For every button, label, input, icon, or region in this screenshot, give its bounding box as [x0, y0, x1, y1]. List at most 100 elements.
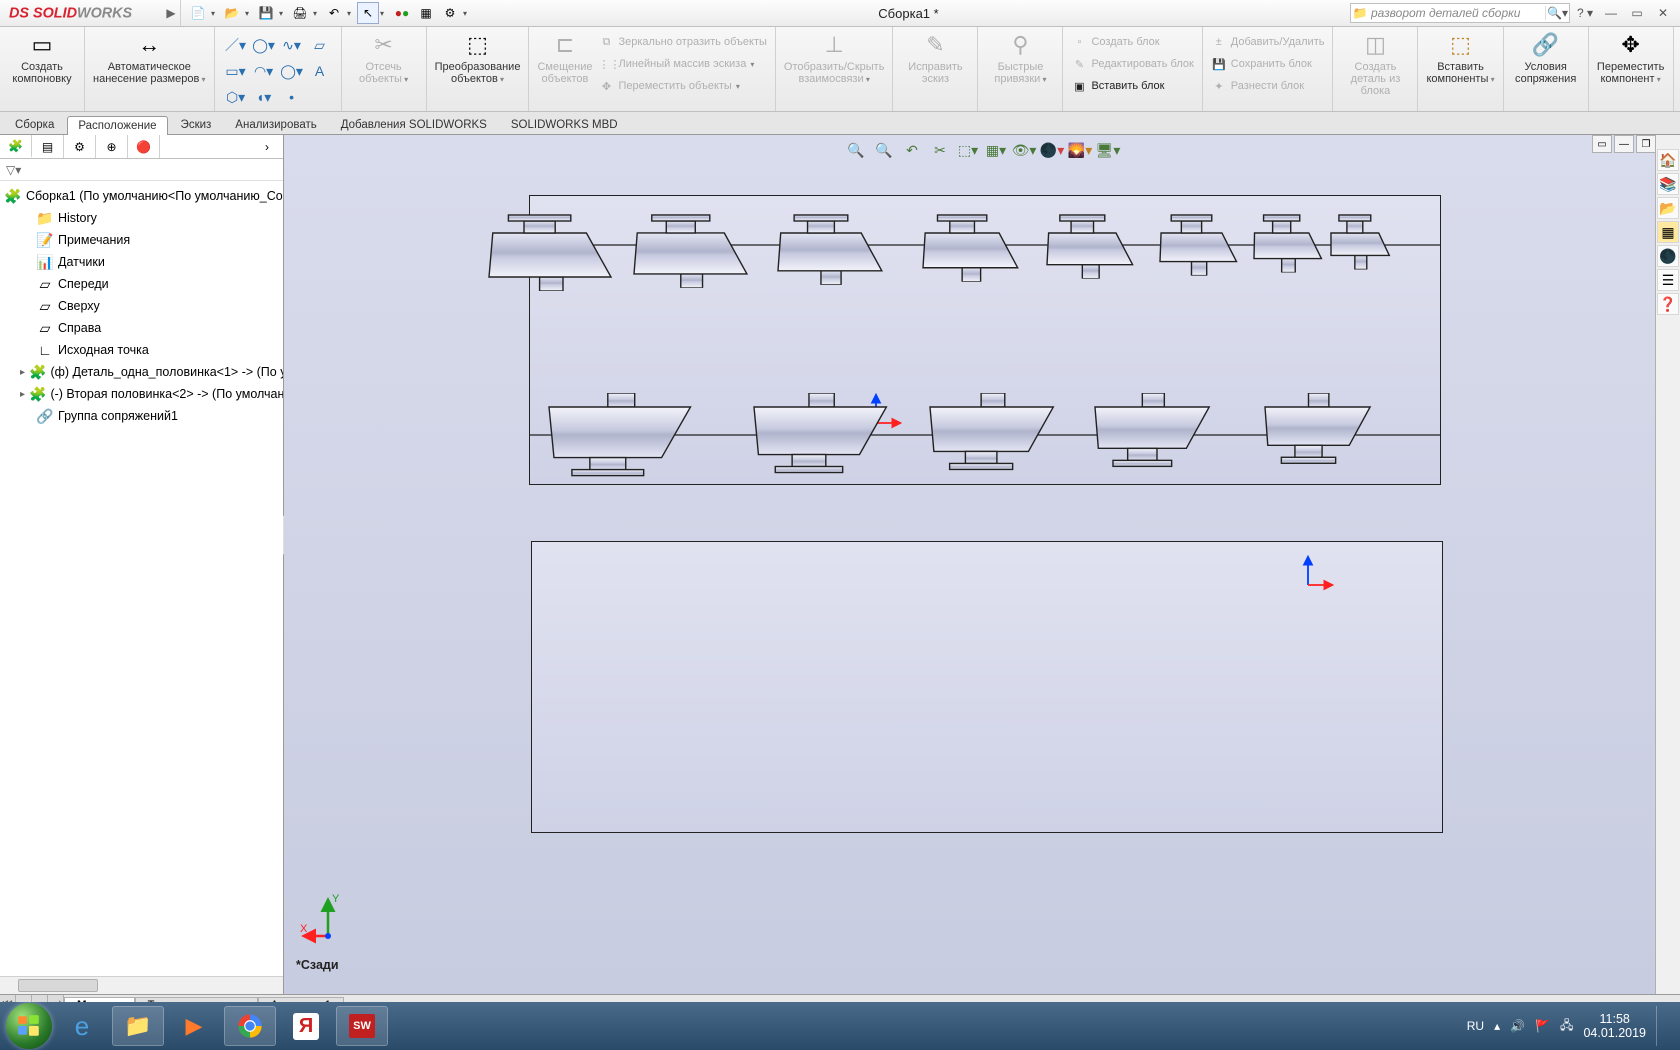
- repair-sketch-button[interactable]: ✎Исправитьэскиз: [893, 27, 978, 111]
- property-tab[interactable]: ▤: [32, 135, 64, 158]
- design-lib-icon[interactable]: 📚: [1657, 173, 1679, 195]
- select-button[interactable]: ↖: [357, 2, 379, 24]
- plane-tool[interactable]: ▱: [307, 33, 333, 57]
- explode-block-button[interactable]: ✦Разнести блок: [1211, 75, 1325, 97]
- view-palette-icon[interactable]: ▦: [1657, 221, 1679, 243]
- forum-icon[interactable]: ❓: [1657, 293, 1679, 315]
- expand-menu-button[interactable]: ▶: [162, 0, 180, 26]
- tree-item[interactable]: ▱Спереди: [0, 273, 283, 295]
- mdi-cascade[interactable]: ▭: [1592, 135, 1612, 153]
- insert-components-button[interactable]: ⬚Вставитькомпоненты: [1418, 27, 1503, 111]
- search-box[interactable]: 📁 🔍▾: [1350, 3, 1570, 23]
- taskbar-chrome[interactable]: [224, 1006, 276, 1046]
- feature-tree-tab[interactable]: 🧩: [0, 135, 32, 158]
- tab-addins[interactable]: Добавления SOLIDWORKS: [330, 115, 498, 134]
- mdi-minimize[interactable]: —: [1614, 135, 1634, 153]
- hide-show-icon[interactable]: 👁▾: [1011, 139, 1037, 161]
- tree-item[interactable]: ▸🧩(-) Вторая половинка<2> -> (По умолчан: [0, 383, 283, 405]
- taskbar-ie[interactable]: e: [56, 1006, 108, 1046]
- display-tab[interactable]: 🔴: [128, 135, 160, 158]
- zoom-fit-icon[interactable]: 🔍: [843, 139, 869, 161]
- save-block-button[interactable]: 💾Сохранить блок: [1211, 53, 1325, 75]
- tree-item[interactable]: ▱Сверху: [0, 295, 283, 317]
- appearances-icon[interactable]: 🌑: [1657, 245, 1679, 267]
- spline-tool[interactable]: ∿▾: [279, 33, 305, 57]
- slot-tool[interactable]: ◖▾: [251, 85, 277, 109]
- show-desktop[interactable]: [1656, 1006, 1666, 1046]
- config-tab[interactable]: ⚙: [64, 135, 96, 158]
- close-button[interactable]: ✕: [1652, 2, 1674, 24]
- move-entities-button[interactable]: ✥Переместить объекты: [598, 75, 766, 97]
- tree-root[interactable]: 🧩Сборка1 (По умолчанию<По умолчанию_Со: [0, 185, 283, 207]
- polygon-tool[interactable]: ⬡▾: [223, 85, 249, 109]
- rebuild-button[interactable]: ●●: [391, 2, 413, 24]
- tray-flag-icon[interactable]: 🚩: [1535, 1019, 1550, 1033]
- text-tool[interactable]: A: [307, 59, 333, 83]
- edit-block-button[interactable]: ✎Редактировать блок: [1071, 53, 1193, 75]
- panel-expand[interactable]: ›: [251, 135, 283, 158]
- tree-item[interactable]: ▱Справа: [0, 317, 283, 339]
- mirror-button[interactable]: ⧉Зеркально отразить объекты: [598, 31, 766, 53]
- quick-snap-button[interactable]: ⚲Быстрыепривязки: [978, 27, 1063, 111]
- rect-tool[interactable]: ▭▾: [223, 59, 249, 83]
- tray-up-icon[interactable]: ▴: [1494, 1019, 1500, 1033]
- view-triad[interactable]: Y X: [300, 890, 360, 950]
- feature-tree[interactable]: 🧩Сборка1 (По умолчанию<По умолчанию_Со 📁…: [0, 181, 283, 976]
- filter-bar[interactable]: ▽▾: [0, 159, 283, 181]
- open-button[interactable]: 📂: [221, 2, 243, 24]
- graphics-viewport[interactable]: 🔍 🔍 ↶ ✂ ⬚▾ ▦▾ 👁▾ 🌑▾ 🌄▾ 🖥▾ ▭ — ❐ ✕: [284, 135, 1680, 994]
- tab-layout[interactable]: Расположение: [67, 116, 167, 135]
- view-orient-icon[interactable]: ⬚▾: [955, 139, 981, 161]
- insert-block-button[interactable]: ▣Вставить блок: [1071, 75, 1193, 97]
- tab-evaluate[interactable]: Анализировать: [224, 115, 327, 134]
- new-button[interactable]: 📄: [187, 2, 209, 24]
- move-component-button[interactable]: ✥Переместитькомпонент: [1589, 27, 1674, 111]
- tree-item[interactable]: ▸🧩(ф) Деталь_одна_половинка<1> -> (По ум: [0, 361, 283, 383]
- ellipse-tool[interactable]: ◯▾: [279, 59, 305, 83]
- taskbar-media[interactable]: ▶: [168, 1006, 220, 1046]
- convert-entities-button[interactable]: ⬚Преобразованиеобъектов: [427, 27, 530, 111]
- maximize-button[interactable]: ▭: [1626, 2, 1648, 24]
- custom-props-icon[interactable]: ☰: [1657, 269, 1679, 291]
- tab-mbd[interactable]: SOLIDWORKS MBD: [500, 115, 629, 134]
- tray-volume-icon[interactable]: 🔊: [1510, 1019, 1525, 1033]
- dimxpert-tab[interactable]: ⊕: [96, 135, 128, 158]
- help-button[interactable]: ? ▾: [1574, 2, 1596, 24]
- point-tool[interactable]: •: [279, 85, 305, 109]
- taskbar-yandex[interactable]: Я: [280, 1006, 332, 1046]
- search-input[interactable]: [1369, 6, 1545, 20]
- taskbar-explorer[interactable]: 📁: [112, 1006, 164, 1046]
- tab-sketch[interactable]: Эскиз: [170, 115, 223, 134]
- file-explorer-icon[interactable]: 📂: [1657, 197, 1679, 219]
- mate-button[interactable]: 🔗Условиясопряжения: [1504, 27, 1589, 111]
- linear-pattern-button[interactable]: ⋮⋮Линейный массив эскиза: [598, 53, 766, 75]
- tree-item[interactable]: 🔗Группа сопряжений1: [0, 405, 283, 427]
- tree-item[interactable]: 📁History: [0, 207, 283, 229]
- start-button[interactable]: [6, 1003, 52, 1049]
- make-part-button[interactable]: ◫Создатьдеталь изблока: [1333, 27, 1418, 111]
- circle-tool[interactable]: ◯▾: [251, 33, 277, 57]
- display-style-icon[interactable]: ▦▾: [983, 139, 1009, 161]
- auto-dimension-button[interactable]: ↔Автоматическоенанесение размеров: [85, 27, 215, 111]
- arc-tool[interactable]: ◠▾: [251, 59, 277, 83]
- panel-hscroll[interactable]: [0, 976, 283, 994]
- appearance-icon[interactable]: 🌑▾: [1039, 139, 1065, 161]
- render-icon[interactable]: 🖥▾: [1095, 139, 1121, 161]
- tray-clock[interactable]: 11:5804.01.2019: [1583, 1012, 1646, 1040]
- tree-item[interactable]: ∟Исходная точка: [0, 339, 283, 361]
- prev-view-icon[interactable]: ↶: [899, 139, 925, 161]
- show-hide-relations-button[interactable]: ⊥Отобразить/Скрытьвзаимосвязи: [776, 27, 894, 111]
- create-layout-button[interactable]: ▭Создатькомпоновку: [0, 27, 85, 111]
- search-icon[interactable]: 🔍▾: [1545, 6, 1569, 20]
- tab-assembly[interactable]: Сборка: [4, 115, 65, 134]
- line-tool[interactable]: ／▾: [223, 33, 249, 57]
- save-button[interactable]: 💾: [255, 2, 277, 24]
- zoom-area-icon[interactable]: 🔍: [871, 139, 897, 161]
- resources-icon[interactable]: 🏠: [1657, 149, 1679, 171]
- tree-item[interactable]: 📝Примечания: [0, 229, 283, 251]
- settings-button[interactable]: ⚙: [439, 2, 461, 24]
- mdi-restore[interactable]: ❐: [1636, 135, 1656, 153]
- minimize-button[interactable]: —: [1600, 2, 1622, 24]
- tree-item[interactable]: 📊Датчики: [0, 251, 283, 273]
- undo-button[interactable]: ↶: [323, 2, 345, 24]
